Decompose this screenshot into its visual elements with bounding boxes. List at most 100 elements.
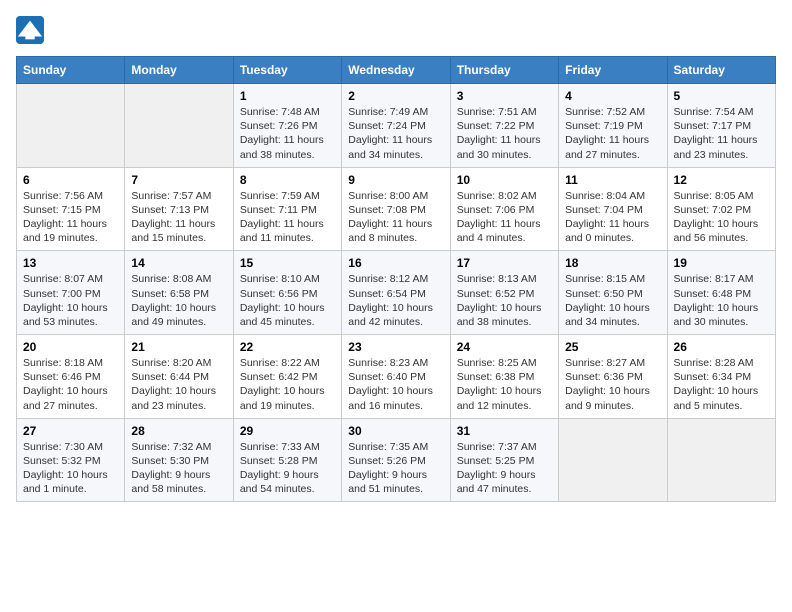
cell-content: Sunrise: 7:35 AMSunset: 5:26 PMDaylight:…	[348, 440, 443, 497]
logo	[16, 16, 48, 44]
weekday-header: Monday	[125, 57, 233, 84]
calendar-cell	[125, 84, 233, 168]
calendar-week-row: 27 Sunrise: 7:30 AMSunset: 5:32 PMDayligh…	[17, 418, 776, 502]
calendar-cell: 8 Sunrise: 7:59 AMSunset: 7:11 PMDaylight…	[233, 167, 341, 251]
day-number: 16	[348, 256, 443, 270]
cell-content: Sunrise: 7:49 AMSunset: 7:24 PMDaylight:…	[348, 105, 443, 162]
cell-content: Sunrise: 8:27 AMSunset: 6:36 PMDaylight:…	[565, 356, 660, 413]
weekday-header: Thursday	[450, 57, 558, 84]
cell-content: Sunrise: 7:32 AMSunset: 5:30 PMDaylight:…	[131, 440, 226, 497]
calendar-cell: 3Sunrise: 7:51 AMSunset: 7:22 PMDaylight…	[450, 84, 558, 168]
cell-content: Sunrise: 8:08 AMSunset: 6:58 PMDaylight:…	[131, 272, 226, 329]
cell-content: Sunrise: 8:10 AMSunset: 6:56 PMDaylight:…	[240, 272, 335, 329]
calendar-cell: 16 Sunrise: 8:12 AMSunset: 6:54 PMDayligh…	[342, 251, 450, 335]
weekday-header: Wednesday	[342, 57, 450, 84]
day-number: 20	[23, 340, 118, 354]
cell-content: Sunrise: 8:00 AMSunset: 7:08 PMDaylight:…	[348, 189, 443, 246]
calendar-cell	[667, 418, 775, 502]
day-number: 18	[565, 256, 660, 270]
day-number: 13	[23, 256, 118, 270]
day-number: 21	[131, 340, 226, 354]
calendar-cell: 10 Sunrise: 8:02 AMSunset: 7:06 PMDayligh…	[450, 167, 558, 251]
calendar-cell: 25 Sunrise: 8:27 AMSunset: 6:36 PMDayligh…	[559, 335, 667, 419]
calendar-cell: 22Sunrise: 8:22 AMSunset: 6:42 PMDayligh…	[233, 335, 341, 419]
cell-content: Sunrise: 7:51 AMSunset: 7:22 PMDaylight:…	[457, 105, 552, 162]
calendar-cell: 4Sunrise: 7:52 AMSunset: 7:19 PMDaylight…	[559, 84, 667, 168]
calendar-cell: 24Sunrise: 8:25 AMSunset: 6:38 PMDayligh…	[450, 335, 558, 419]
weekday-header: Sunday	[17, 57, 125, 84]
cell-content: Sunrise: 8:02 AMSunset: 7:06 PMDaylight:…	[457, 189, 552, 246]
day-number: 27	[23, 424, 118, 438]
day-number: 22	[240, 340, 335, 354]
cell-content: Sunrise: 7:30 AMSunset: 5:32 PMDaylight:…	[23, 440, 118, 497]
day-number: 9	[348, 173, 443, 187]
day-number: 12	[674, 173, 769, 187]
calendar-cell	[559, 418, 667, 502]
calendar-cell: 12 Sunrise: 8:05 AMSunset: 7:02 PMDayligh…	[667, 167, 775, 251]
calendar-cell: 7 Sunrise: 7:57 AMSunset: 7:13 PMDaylight…	[125, 167, 233, 251]
cell-content: Sunrise: 8:17 AMSunset: 6:48 PMDaylight:…	[674, 272, 769, 329]
day-number: 10	[457, 173, 552, 187]
day-number: 8	[240, 173, 335, 187]
day-number: 30	[348, 424, 443, 438]
calendar-cell: 28 Sunrise: 7:32 AMSunset: 5:30 PMDayligh…	[125, 418, 233, 502]
cell-content: Sunrise: 8:12 AMSunset: 6:54 PMDaylight:…	[348, 272, 443, 329]
cell-content: Sunrise: 8:05 AMSunset: 7:02 PMDaylight:…	[674, 189, 769, 246]
calendar-cell: 23Sunrise: 8:23 AMSunset: 6:40 PMDayligh…	[342, 335, 450, 419]
cell-content: Sunrise: 7:54 AMSunset: 7:17 PMDaylight:…	[674, 105, 769, 162]
calendar-cell: 18 Sunrise: 8:15 AMSunset: 6:50 PMDayligh…	[559, 251, 667, 335]
calendar-cell: 31 Sunrise: 7:37 AMSunset: 5:25 PMDayligh…	[450, 418, 558, 502]
cell-content: Sunrise: 8:18 AMSunset: 6:46 PMDaylight:…	[23, 356, 118, 413]
day-number: 25	[565, 340, 660, 354]
day-number: 14	[131, 256, 226, 270]
day-number: 28	[131, 424, 226, 438]
cell-content: Sunrise: 8:04 AMSunset: 7:04 PMDaylight:…	[565, 189, 660, 246]
calendar-cell: 30 Sunrise: 7:35 AMSunset: 5:26 PMDayligh…	[342, 418, 450, 502]
calendar-cell: 5 Sunrise: 7:54 AMSunset: 7:17 PMDaylight…	[667, 84, 775, 168]
day-number: 26	[674, 340, 769, 354]
weekday-header: Saturday	[667, 57, 775, 84]
weekday-header: Friday	[559, 57, 667, 84]
calendar-cell: 26Sunrise: 8:28 AMSunset: 6:34 PMDayligh…	[667, 335, 775, 419]
cell-content: Sunrise: 8:15 AMSunset: 6:50 PMDaylight:…	[565, 272, 660, 329]
cell-content: Sunrise: 7:57 AMSunset: 7:13 PMDaylight:…	[131, 189, 226, 246]
cell-content: Sunrise: 8:07 AMSunset: 7:00 PMDaylight:…	[23, 272, 118, 329]
calendar-cell: 1Sunrise: 7:48 AMSunset: 7:26 PMDaylight…	[233, 84, 341, 168]
day-number: 23	[348, 340, 443, 354]
calendar-cell: 2 Sunrise: 7:49 AMSunset: 7:24 PMDaylight…	[342, 84, 450, 168]
cell-content: Sunrise: 7:56 AMSunset: 7:15 PMDaylight:…	[23, 189, 118, 246]
weekday-header: Tuesday	[233, 57, 341, 84]
weekday-header-row: SundayMondayTuesdayWednesdayThursdayFrid…	[17, 57, 776, 84]
day-number: 15	[240, 256, 335, 270]
cell-content: Sunrise: 8:20 AMSunset: 6:44 PMDaylight:…	[131, 356, 226, 413]
calendar-cell: 14 Sunrise: 8:08 AMSunset: 6:58 PMDayligh…	[125, 251, 233, 335]
calendar-week-row: 1Sunrise: 7:48 AMSunset: 7:26 PMDaylight…	[17, 84, 776, 168]
day-number: 5	[674, 89, 769, 103]
cell-content: Sunrise: 8:25 AMSunset: 6:38 PMDaylight:…	[457, 356, 552, 413]
calendar-cell: 19Sunrise: 8:17 AMSunset: 6:48 PMDayligh…	[667, 251, 775, 335]
cell-content: Sunrise: 7:37 AMSunset: 5:25 PMDaylight:…	[457, 440, 552, 497]
calendar-cell: 17 Sunrise: 8:13 AMSunset: 6:52 PMDayligh…	[450, 251, 558, 335]
calendar-week-row: 13 Sunrise: 8:07 AMSunset: 7:00 PMDayligh…	[17, 251, 776, 335]
calendar-cell	[17, 84, 125, 168]
day-number: 6	[23, 173, 118, 187]
calendar-week-row: 20 Sunrise: 8:18 AMSunset: 6:46 PMDayligh…	[17, 335, 776, 419]
calendar-cell: 6 Sunrise: 7:56 AMSunset: 7:15 PMDaylight…	[17, 167, 125, 251]
cell-content: Sunrise: 7:59 AMSunset: 7:11 PMDaylight:…	[240, 189, 335, 246]
logo-icon	[16, 16, 44, 44]
day-number: 2	[348, 89, 443, 103]
calendar-week-row: 6 Sunrise: 7:56 AMSunset: 7:15 PMDaylight…	[17, 167, 776, 251]
day-number: 31	[457, 424, 552, 438]
cell-content: Sunrise: 8:13 AMSunset: 6:52 PMDaylight:…	[457, 272, 552, 329]
calendar-cell: 21 Sunrise: 8:20 AMSunset: 6:44 PMDayligh…	[125, 335, 233, 419]
page-header	[16, 16, 776, 44]
day-number: 29	[240, 424, 335, 438]
day-number: 7	[131, 173, 226, 187]
cell-content: Sunrise: 7:33 AMSunset: 5:28 PMDaylight:…	[240, 440, 335, 497]
calendar-cell: 11Sunrise: 8:04 AMSunset: 7:04 PMDayligh…	[559, 167, 667, 251]
day-number: 4	[565, 89, 660, 103]
calendar-table: SundayMondayTuesdayWednesdayThursdayFrid…	[16, 56, 776, 502]
calendar-cell: 9 Sunrise: 8:00 AMSunset: 7:08 PMDaylight…	[342, 167, 450, 251]
day-number: 1	[240, 89, 335, 103]
day-number: 17	[457, 256, 552, 270]
